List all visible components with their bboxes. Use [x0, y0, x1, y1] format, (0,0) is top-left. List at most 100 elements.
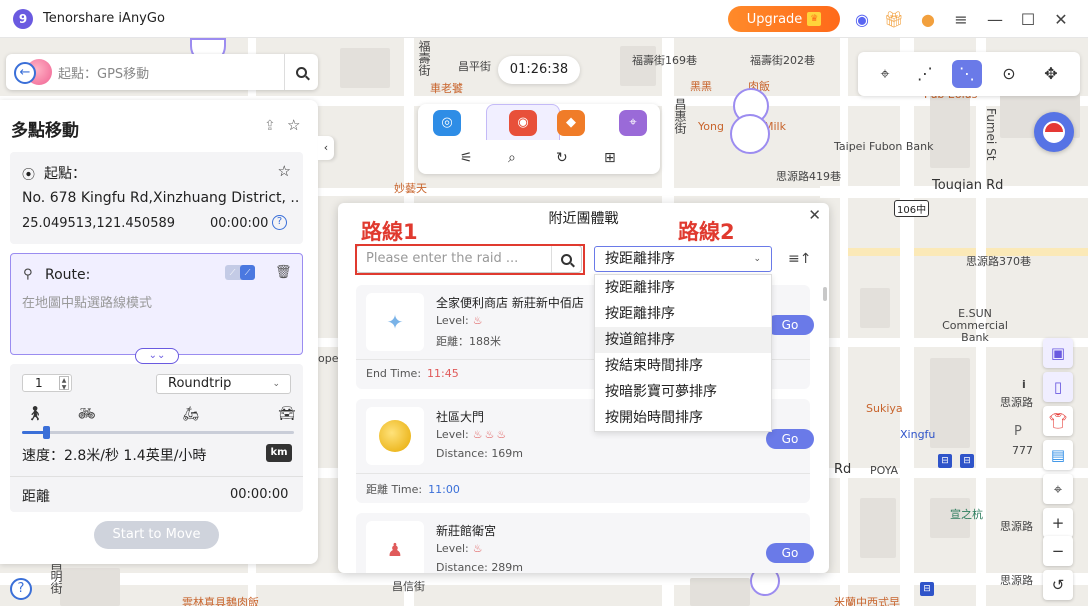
panel-title: 多點移動: [11, 121, 79, 141]
upgrade-label: Upgrade: [746, 11, 803, 27]
sort-order-icon[interactable]: ≡↑: [788, 251, 811, 267]
two-spot-mode-icon[interactable]: ⋰: [910, 60, 940, 88]
teleport-mode-icon[interactable]: ⌖: [870, 60, 900, 88]
go-button[interactable]: Go: [766, 543, 814, 563]
loop-count-stepper[interactable]: 1 ▲ ▼: [22, 374, 72, 392]
gift-icon[interactable]: 🎁︎: [884, 9, 904, 29]
go-button[interactable]: Go: [766, 315, 814, 335]
zoom-in-icon[interactable]: +: [1043, 508, 1073, 538]
start-search-button[interactable]: [284, 54, 318, 90]
close-icon[interactable]: ✕: [808, 206, 821, 224]
map-label: 昌惠街: [673, 98, 687, 134]
jump-teleport-icon[interactable]: ⊙: [994, 60, 1024, 88]
bike-icon[interactable]: 🚲︎: [78, 406, 96, 422]
map-label: Rd: [834, 462, 852, 477]
bag-icon[interactable]: ⊞: [604, 150, 616, 166]
route-edit-toggle[interactable]: ⟋ ⟋: [225, 265, 255, 280]
search-icon: [296, 66, 307, 78]
walk-icon[interactable]: 🚶︎: [26, 406, 44, 422]
share-icon[interactable]: ⇪: [264, 118, 276, 134]
map-label: POYA: [870, 464, 899, 477]
raid-distance-value: 188米: [469, 335, 501, 348]
close-icon[interactable]: ✕: [1051, 9, 1071, 29]
upgrade-button[interactable]: Upgrade ♛: [728, 6, 840, 32]
menu-icon[interactable]: ≡: [951, 9, 971, 29]
start-to-move-button[interactable]: Start to Move: [94, 521, 219, 549]
unit-toggle[interactable]: km: [266, 444, 292, 462]
raid-time: 距離 Time: 11:00: [366, 481, 460, 497]
trash-icon[interactable]: 🗑︎: [275, 265, 292, 280]
raid-name: 新莊館衛宮: [436, 524, 497, 538]
folder-icon[interactable]: ▤: [1043, 440, 1073, 470]
favorite-star-icon[interactable]: ☆: [278, 162, 291, 180]
car-icon[interactable]: 🚘︎: [278, 406, 296, 422]
map-label: 昌平街: [458, 60, 491, 73]
maximize-icon[interactable]: ☐: [1018, 9, 1038, 29]
app-title: Tenorshare iAnyGo: [43, 11, 165, 26]
sidebar-tool-icon[interactable]: ▣: [1043, 338, 1073, 368]
sort-option[interactable]: 按開始時間排序: [595, 405, 771, 431]
zoom-out-icon[interactable]: −: [1043, 536, 1073, 566]
map-label: 車老饕: [430, 82, 463, 95]
scooter-icon[interactable]: 🛵︎: [182, 406, 200, 422]
discord-icon[interactable]: ◉: [852, 9, 872, 29]
route-hint: 在地圖中點選路線模式: [22, 296, 153, 311]
collapse-panel-tab[interactable]: ‹: [318, 136, 334, 160]
sort-option[interactable]: 按距離排序: [595, 301, 771, 327]
map-label: 福壽街202巷: [750, 54, 815, 67]
bus-stop-icon: ⊟: [920, 582, 934, 596]
refresh-icon[interactable]: ↻: [556, 150, 568, 166]
raid-egg-icon: ♨: [472, 542, 485, 555]
sort-select[interactable]: 按距離排序 ⌄: [594, 246, 772, 272]
help-icon[interactable]: ?: [272, 215, 287, 230]
user-icon[interactable]: ●: [918, 9, 938, 29]
raid-distance: Distance: 169m: [436, 447, 523, 460]
map-label: 雲林真具鵝肉飯: [182, 596, 259, 606]
sort-option[interactable]: 按距離排序: [595, 275, 771, 301]
route-card[interactable]: ⚲ Route: 在地圖中點選路線模式 ⟋ ⟋ 🗑︎ ⌄⌄: [10, 253, 303, 364]
raid-distance-label: Distance:: [436, 561, 488, 573]
pokemon-marker[interactable]: [730, 114, 770, 154]
map-label: 思源路419巷: [776, 170, 841, 183]
tab-pokestop-icon[interactable]: ◎: [433, 110, 461, 136]
phone-icon[interactable]: ▯: [1043, 372, 1073, 402]
move-mode-select[interactable]: Roundtrip ⌄: [156, 374, 291, 394]
favorite-star-icon[interactable]: ☆: [287, 116, 300, 134]
loop-count-value: 1: [35, 376, 43, 390]
tab-location-icon[interactable]: ⌖: [619, 110, 647, 136]
locate-icon[interactable]: ⌖: [1043, 474, 1073, 504]
sort-option[interactable]: 按暗影寶可夢排序: [595, 379, 771, 405]
raid-time-value: 11:45: [427, 367, 459, 380]
multi-spot-mode-icon[interactable]: ⋱: [952, 60, 982, 88]
rotate-icon[interactable]: ↺: [1043, 570, 1073, 600]
shirt-icon[interactable]: 👕︎: [1043, 406, 1073, 436]
map-label: 思源路: [1000, 520, 1033, 533]
minimize-icon[interactable]: —: [985, 9, 1005, 29]
expand-chevron-icon[interactable]: ⌄⌄: [135, 348, 179, 364]
raid-egg-icon: ♨: [472, 314, 485, 327]
raid-distance: Distance: 289m: [436, 561, 523, 573]
search-icon[interactable]: ⌕: [508, 150, 516, 166]
joystick-icon[interactable]: ✥: [1036, 60, 1066, 88]
start-search-input[interactable]: 起點：GPS移動: [58, 63, 149, 82]
tab-gym-icon[interactable]: ◆: [557, 110, 585, 136]
stepper-arrows-icon[interactable]: ▲ ▼: [59, 376, 69, 391]
scrollbar[interactable]: [823, 287, 827, 301]
raid-level: Level: ♨: [436, 314, 485, 327]
filter-icon[interactable]: ⚟: [460, 150, 473, 166]
sort-option[interactable]: 按道館排序: [595, 327, 771, 353]
speed-slider-thumb[interactable]: [43, 426, 51, 439]
app-logo-icon: 9: [13, 8, 33, 29]
pokeball-icon[interactable]: [1034, 112, 1074, 152]
back-arrow-icon[interactable]: ←: [14, 62, 36, 84]
crown-icon: ♛: [807, 12, 822, 26]
go-button[interactable]: Go: [766, 429, 814, 449]
help-icon[interactable]: ?: [10, 578, 32, 600]
speed-slider[interactable]: [22, 426, 294, 439]
raid-distance: 距離：188米: [436, 333, 501, 349]
tab-raid-icon[interactable]: ◉: [509, 110, 537, 136]
map-label: Xingfu: [900, 428, 936, 441]
map-label: 昌信街: [392, 580, 425, 593]
pokemon-sprite-icon: [379, 420, 411, 452]
sort-option[interactable]: 按結束時間排序: [595, 353, 771, 379]
